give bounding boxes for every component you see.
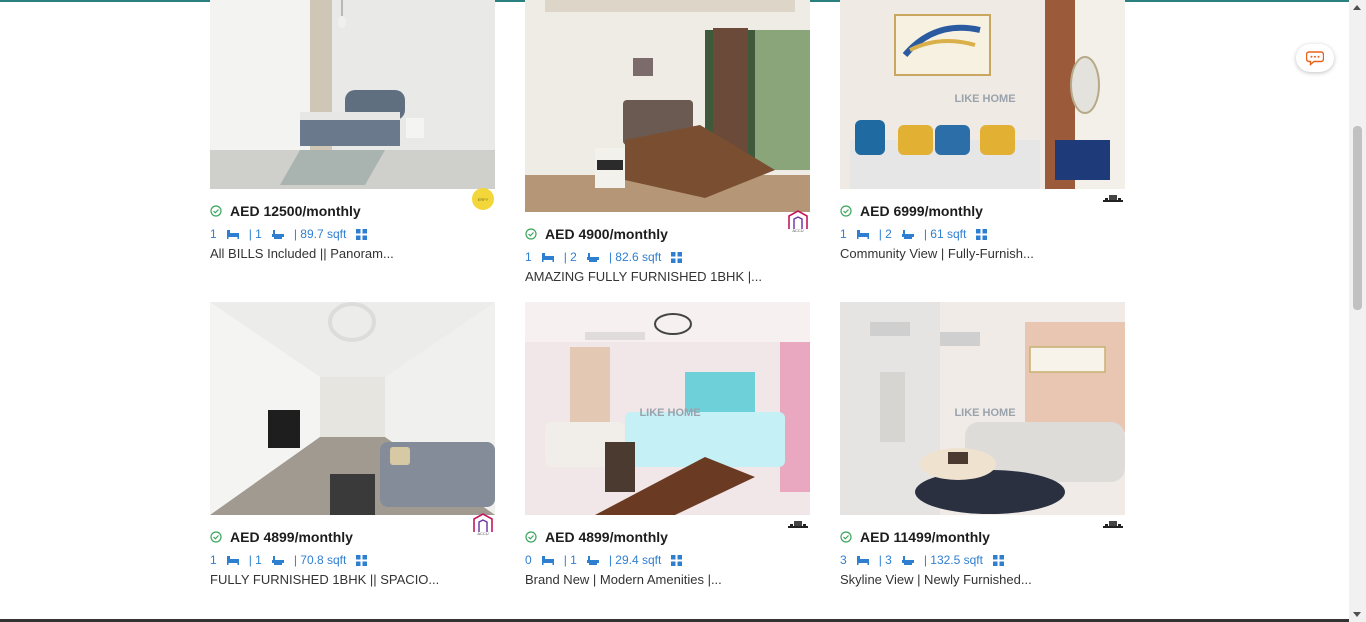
scrollbar-thumb[interactable] xyxy=(1353,126,1362,310)
check-circle-icon xyxy=(525,531,537,543)
grid-icon xyxy=(671,251,683,263)
listing-photo[interactable]: LIKE HOME xyxy=(525,302,810,515)
listing-price: AED 4900/monthly xyxy=(545,226,668,242)
agency-logo-text: ERFY xyxy=(478,197,489,202)
baths-count: | 1 xyxy=(563,553,577,567)
bath-icon xyxy=(271,229,284,239)
area-value: | 132.5 sqft xyxy=(923,553,983,567)
agency-logo[interactable]: ACCU xyxy=(471,512,495,536)
bed-icon xyxy=(541,556,554,565)
scroll-up-icon[interactable] xyxy=(1353,5,1361,10)
listing-card[interactable]: AED 4899/monthly ACCU 1 | 1 | 70.8 sqft … xyxy=(210,302,495,587)
chat-icon xyxy=(1306,51,1324,66)
listing-card[interactable]: LIKE HOME AED 4899/monthly 0 | 1 | 29.4 … xyxy=(525,302,810,587)
baths-count: | 2 xyxy=(878,227,892,241)
area-value: | 61 sqft xyxy=(923,227,967,241)
watermark: LIKE HOME xyxy=(954,407,1015,419)
agency-logo[interactable]: ACCU xyxy=(786,209,810,233)
agency-logo[interactable] xyxy=(786,518,810,532)
listing-photo[interactable]: LIKE HOME xyxy=(840,0,1125,189)
beds-count: 0 xyxy=(525,553,532,567)
beds-count: 3 xyxy=(840,553,847,567)
listing-title[interactable]: Community View | Fully-Furnish... xyxy=(840,246,1125,261)
listing-title[interactable]: AMAZING FULLY FURNISHED 1BHK |... xyxy=(525,269,810,284)
bath-icon xyxy=(901,229,914,239)
listing-price: AED 4899/monthly xyxy=(230,529,353,545)
beds-count: 1 xyxy=(210,553,217,567)
bath-icon xyxy=(586,555,599,565)
check-circle-icon xyxy=(840,205,852,217)
bed-icon xyxy=(226,230,239,239)
listing-title[interactable]: Skyline View | Newly Furnished... xyxy=(840,572,1125,587)
bed-icon xyxy=(856,556,869,565)
baths-count: | 1 xyxy=(248,227,262,241)
check-circle-icon xyxy=(840,531,852,543)
agency-logo-text: ACCU xyxy=(792,228,803,233)
agency-logo[interactable] xyxy=(1101,518,1125,532)
listing-card[interactable]: LIKE HOME AED 11499/monthly 3 | 3 | 132.… xyxy=(840,302,1125,587)
area-value: | 29.4 sqft xyxy=(608,553,662,567)
area-value: | 82.6 sqft xyxy=(608,250,662,264)
grid-icon xyxy=(356,228,368,240)
listing-photo[interactable]: LIKE HOME xyxy=(840,302,1125,515)
bed-icon xyxy=(226,556,239,565)
listing-card[interactable]: LIKE HOME AED 6999/monthly 1 | 2 | 61 sq… xyxy=(840,0,1125,261)
area-value: | 89.7 sqft xyxy=(293,227,347,241)
beds-count: 1 xyxy=(210,227,217,241)
baths-count: | 2 xyxy=(563,250,577,264)
bed-icon xyxy=(856,230,869,239)
listing-photo[interactable] xyxy=(210,0,495,189)
bed-icon xyxy=(541,253,554,262)
agency-logo-text: ACCU xyxy=(477,531,488,536)
vertical-scrollbar[interactable] xyxy=(1349,0,1366,622)
listing-price: AED 11499/monthly xyxy=(860,529,990,545)
bath-icon xyxy=(586,252,599,262)
listing-photo[interactable] xyxy=(525,0,810,212)
check-circle-icon xyxy=(210,205,222,217)
listing-photo[interactable] xyxy=(210,302,495,515)
beds-count: 1 xyxy=(840,227,847,241)
listing-title[interactable]: All BILLS Included || Panoram... xyxy=(210,246,495,261)
baths-count: | 1 xyxy=(248,553,262,567)
listing-price: AED 4899/monthly xyxy=(545,529,668,545)
grid-icon xyxy=(356,554,368,566)
listing-title[interactable]: FULLY FURNISHED 1BHK || SPACIO... xyxy=(210,572,495,587)
grid-icon xyxy=(992,554,1004,566)
chat-button[interactable] xyxy=(1296,44,1334,72)
listing-card[interactable]: AED 4900/monthly ACCU 1 | 2 | 82.6 sqft … xyxy=(525,0,810,284)
grid-icon xyxy=(976,228,988,240)
scroll-down-icon[interactable] xyxy=(1353,612,1361,617)
listing-title[interactable]: Brand New | Modern Amenities |... xyxy=(525,572,810,587)
bath-icon xyxy=(901,555,914,565)
area-value: | 70.8 sqft xyxy=(293,553,347,567)
listing-price: AED 6999/monthly xyxy=(860,203,983,219)
grid-icon xyxy=(671,554,683,566)
listing-card[interactable]: AED 12500/monthly ERFY 1 | 1 | 89.7 sqft… xyxy=(210,0,495,261)
check-circle-icon xyxy=(210,531,222,543)
listing-price: AED 12500/monthly xyxy=(230,203,361,219)
agency-logo[interactable]: ERFY xyxy=(471,187,495,211)
agency-logo[interactable] xyxy=(1101,192,1125,206)
bath-icon xyxy=(271,555,284,565)
baths-count: | 3 xyxy=(878,553,892,567)
check-circle-icon xyxy=(525,228,537,240)
watermark: LIKE HOME xyxy=(954,93,1015,105)
beds-count: 1 xyxy=(525,250,532,264)
watermark: LIKE HOME xyxy=(639,407,700,419)
